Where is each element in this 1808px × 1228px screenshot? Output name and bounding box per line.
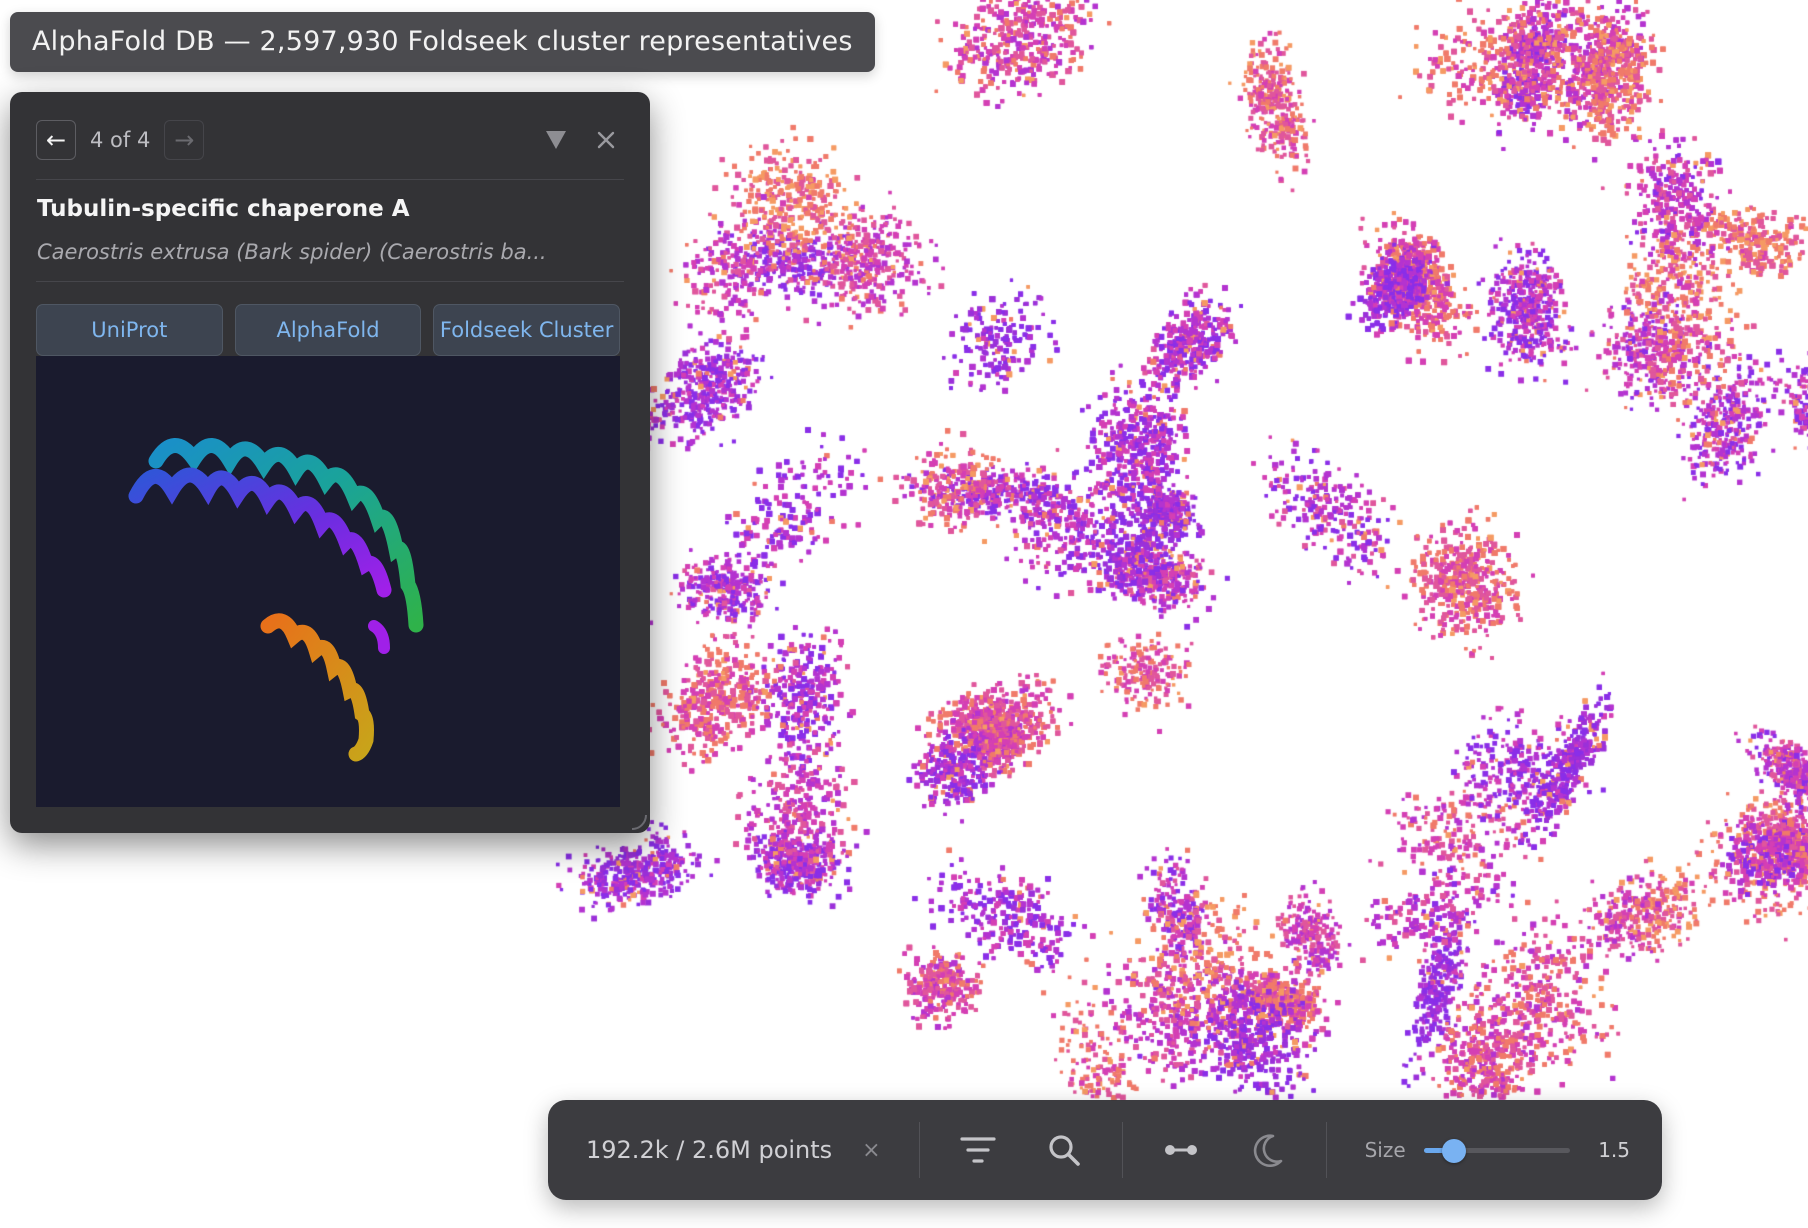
size-slider[interactable] bbox=[1423, 1136, 1571, 1164]
size-value: 1.5 bbox=[1598, 1138, 1630, 1162]
divider bbox=[1325, 1122, 1327, 1178]
external-links: UniProt AlphaFold Foldseek Cluster bbox=[36, 304, 621, 356]
dataset-title: AlphaFold DB — 2,597,930 Foldseek cluste… bbox=[10, 12, 875, 72]
left-arrow-icon: ← bbox=[45, 126, 67, 154]
divider bbox=[918, 1122, 920, 1178]
dark-mode-toggle[interactable] bbox=[1247, 1128, 1287, 1172]
clear-selection-button[interactable]: × bbox=[862, 1138, 880, 1163]
next-button[interactable]: → bbox=[164, 120, 205, 160]
foldseek-cluster-link-button[interactable]: Foldseek Cluster bbox=[433, 304, 621, 356]
uniprot-link-button[interactable]: UniProt bbox=[36, 304, 223, 356]
panel-navigation: ← 4 of 4 → bbox=[36, 118, 624, 162]
alphafold-link-button[interactable]: AlphaFold bbox=[234, 304, 422, 356]
divider bbox=[1122, 1122, 1124, 1178]
protein-structure-viewer[interactable] bbox=[36, 356, 620, 807]
divider bbox=[36, 281, 624, 282]
filter-button[interactable] bbox=[958, 1128, 998, 1172]
connect-button[interactable] bbox=[1161, 1128, 1201, 1172]
right-arrow-icon: → bbox=[174, 126, 195, 154]
search-icon bbox=[1049, 1135, 1080, 1166]
divider bbox=[36, 179, 624, 180]
bottom-toolbar: 192.2k / 2.6M points × Size 1.5 bbox=[548, 1100, 1662, 1200]
search-button[interactable] bbox=[1044, 1128, 1084, 1172]
filter-funnel-icon bbox=[546, 131, 566, 149]
organism-name: Caerostris extrusa (Bark spider) (Caeros… bbox=[37, 240, 547, 264]
close-button[interactable] bbox=[588, 122, 624, 158]
previous-button[interactable]: ← bbox=[36, 120, 76, 160]
selection-counter: 4 of 4 bbox=[90, 128, 151, 152]
selection-detail-panel: ← 4 of 4 → Tubulin-specific chaperone A … bbox=[10, 92, 650, 833]
moon-icon bbox=[1254, 1134, 1283, 1167]
protein-ribbon-image bbox=[128, 438, 424, 762]
filter-button[interactable] bbox=[538, 122, 574, 158]
size-label: Size bbox=[1364, 1138, 1406, 1162]
point-count: 192.2k / 2.6M points bbox=[586, 1136, 833, 1164]
resize-grip-icon[interactable] bbox=[626, 809, 648, 831]
connect-icon bbox=[1165, 1145, 1198, 1155]
close-icon bbox=[597, 131, 615, 149]
filter-lines-icon bbox=[960, 1137, 996, 1163]
protein-name: Tubulin-specific chaperone A bbox=[37, 196, 410, 222]
slider-thumb[interactable] bbox=[1442, 1139, 1467, 1163]
